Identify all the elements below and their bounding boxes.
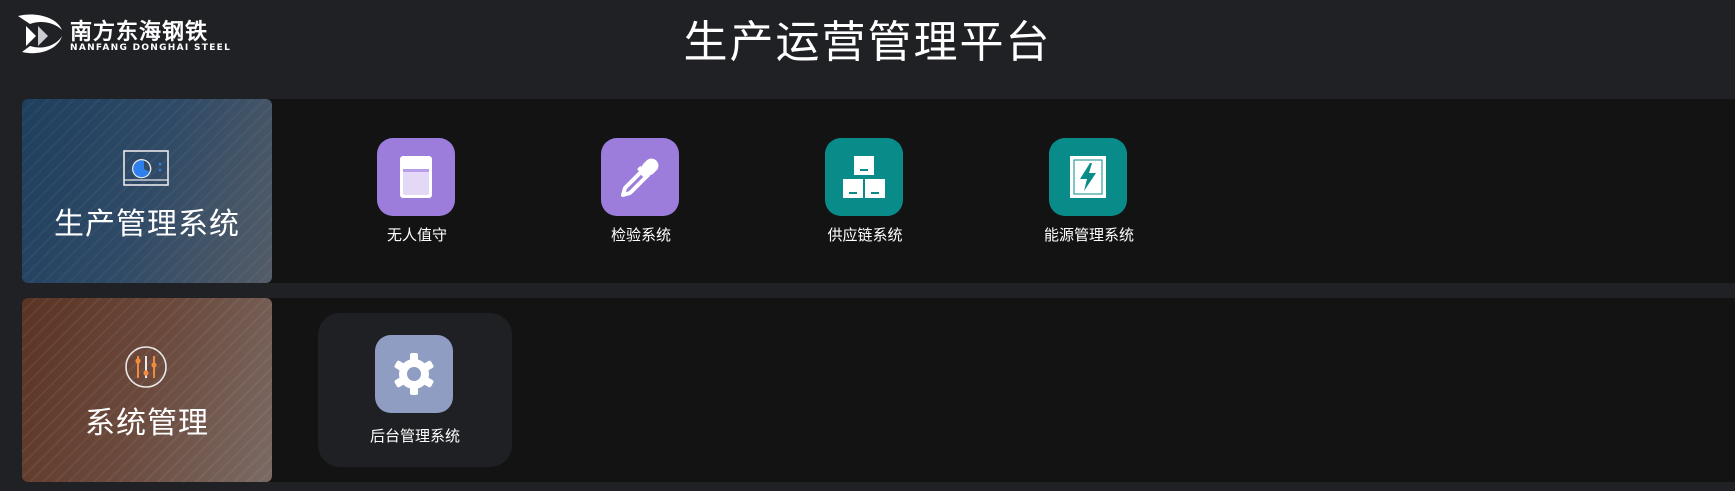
sliders-icon [125,346,167,388]
gear-icon [394,353,434,395]
app-label: 供应链系统 [827,226,903,244]
dropper-icon [621,158,659,197]
page-title: 生产运营管理平台 [683,17,1052,68]
section-production: 生产管理系统 无人值守 检验系统 供应链系统 能源管理系统 [22,99,1735,283]
app-tile-admin-backend[interactable]: 后台管理系统 [318,313,512,467]
chart-screen-icon [123,150,169,186]
app-icon-container [1049,138,1127,216]
app-label: 检验系统 [610,226,671,244]
app-tile-energy[interactable]: 能源管理系统 [992,99,1186,283]
section-title: 生产管理系统 [54,207,240,242]
app-icon-container [377,138,455,216]
section-card-production: 生产管理系统 [22,99,272,283]
section-title: 系统管理 [85,406,209,441]
section-card-system-admin: 系统管理 [22,298,272,482]
app-icon-container [825,138,903,216]
section-system-admin: 系统管理 后台管理系统 [22,298,1735,482]
app-label: 能源管理系统 [1043,226,1134,244]
app-icon-container [375,335,453,413]
app-tile-supply-chain[interactable]: 供应链系统 [768,99,962,283]
app-tile-inspection[interactable]: 检验系统 [544,99,738,283]
app-tile-unattended[interactable]: 无人值守 [320,99,514,283]
app-label: 后台管理系统 [369,427,460,445]
app-icon-container [601,138,679,216]
energy-icon [1070,156,1106,198]
boxes-icon [843,156,885,198]
app-label: 无人值守 [386,226,447,244]
beaker-icon [400,156,432,198]
